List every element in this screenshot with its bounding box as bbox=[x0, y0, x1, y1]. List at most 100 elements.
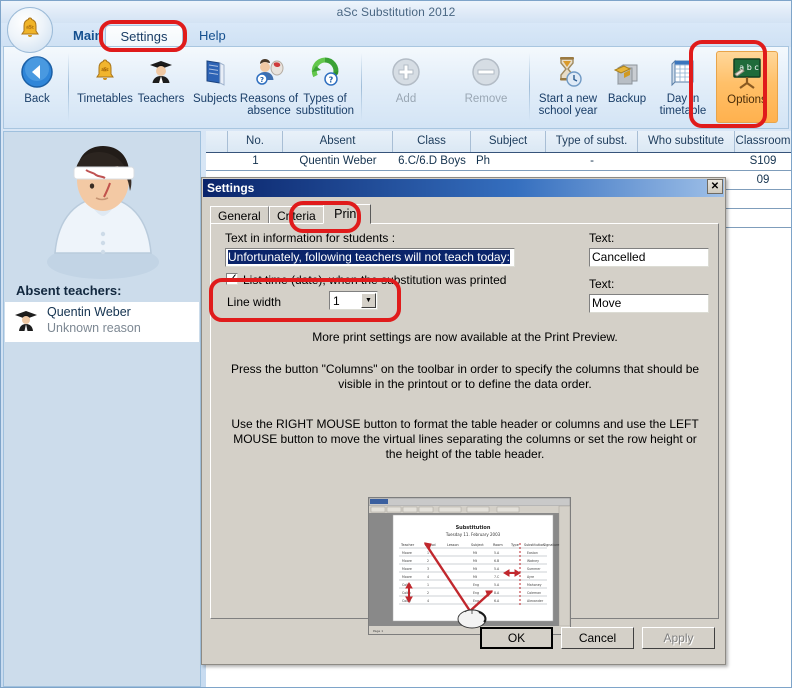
ok-button[interactable]: OK bbox=[480, 627, 553, 649]
cell-who bbox=[638, 152, 735, 171]
minus-icon bbox=[450, 53, 522, 91]
table-header-class[interactable]: Class bbox=[393, 131, 471, 152]
ribbon-separator bbox=[361, 53, 362, 121]
list-item[interactable]: Quentin Weber Unknown reason bbox=[5, 302, 199, 342]
injured-teacher-avatar bbox=[28, 140, 178, 280]
svg-text:Mahoney: Mahoney bbox=[527, 583, 542, 587]
start-new-school-year-label: Start a new school year bbox=[538, 93, 598, 117]
table-row[interactable]: 1 Quentin Weber 6.C/6.D Boys Ph - S109 bbox=[206, 152, 791, 171]
cell-classroom: S109 bbox=[749, 155, 777, 167]
tab-general[interactable]: General bbox=[210, 206, 269, 224]
dialog-title: Settings bbox=[207, 181, 255, 195]
svg-text:Tuesday 11. February 2003: Tuesday 11. February 2003 bbox=[445, 532, 501, 537]
back-button[interactable]: Back bbox=[10, 51, 64, 123]
table-header-who[interactable]: Who substitute bbox=[638, 131, 735, 152]
ribbon-tab-help[interactable]: Help bbox=[187, 25, 238, 47]
dialog-titlebar: Settings bbox=[203, 179, 724, 197]
list-time-checkbox[interactable]: ✓ bbox=[226, 271, 239, 285]
table-header-type[interactable]: Type of subst. bbox=[546, 131, 638, 152]
svg-text:5.A: 5.A bbox=[494, 551, 500, 555]
svg-text:1: 1 bbox=[427, 551, 429, 555]
day-in-timetable-label: Day in timetable bbox=[659, 93, 707, 117]
absent-teacher-name: Quentin Weber bbox=[47, 305, 131, 319]
svg-text:Watney: Watney bbox=[527, 559, 539, 563]
graduation-cap-icon bbox=[13, 307, 39, 337]
move-text-input[interactable]: Move bbox=[589, 294, 709, 313]
cell-no: 1 bbox=[252, 155, 259, 167]
ribbon-tab-settings[interactable]: Settings bbox=[105, 25, 183, 47]
ribbon-separator bbox=[529, 53, 530, 121]
tab-print[interactable]: Print bbox=[323, 204, 371, 224]
svg-text:5.A: 5.A bbox=[494, 567, 500, 571]
svg-text:Moore: Moore bbox=[402, 551, 412, 555]
right-field-1-label: Text: bbox=[589, 231, 615, 245]
window-title: aSc Substitution 2012 bbox=[336, 5, 456, 19]
back-button-label: Back bbox=[24, 93, 50, 105]
svg-text:Alexander: Alexander bbox=[527, 599, 544, 603]
absent-teachers-list: Quentin Weber Unknown reason bbox=[5, 302, 199, 342]
svg-text:3: 3 bbox=[427, 567, 429, 571]
svg-text:Eng: Eng bbox=[473, 583, 479, 587]
cancel-button[interactable]: Cancel bbox=[561, 627, 634, 649]
cell-absent: Quentin Weber bbox=[299, 155, 377, 167]
add-button-label: Add bbox=[395, 93, 417, 105]
svg-text:?: ? bbox=[329, 76, 334, 85]
absent-teachers-label: Absent teachers: bbox=[16, 283, 122, 298]
backup-button[interactable]: Backup bbox=[601, 51, 653, 123]
chevron-down-icon[interactable]: ▼ bbox=[361, 293, 376, 308]
info-paragraph-1: More print settings are now available at… bbox=[312, 330, 618, 344]
svg-text:2: 2 bbox=[427, 559, 429, 563]
svg-text:Moore: Moore bbox=[402, 559, 412, 563]
table-header-subject[interactable]: Subject bbox=[471, 131, 546, 152]
move-text-value: Move bbox=[592, 296, 622, 310]
apply-button[interactable]: Apply bbox=[642, 627, 715, 649]
cell-class: 6.C/6.D Boys bbox=[398, 155, 466, 167]
left-sidebar: Absent teachers: Quentin Weber Unknown r… bbox=[3, 131, 201, 687]
checkmark-icon: ✓ bbox=[228, 271, 239, 285]
close-icon[interactable]: ✕ bbox=[707, 179, 723, 194]
cancelled-text-input[interactable]: Cancelled bbox=[589, 248, 709, 267]
print-tab-page: Text in information for students : Unfor… bbox=[210, 223, 719, 635]
svg-text:Substitution: Substitution bbox=[524, 543, 544, 547]
start-new-school-year-button[interactable]: Start a new school year bbox=[535, 51, 601, 123]
ribbon-tabstrip: Main Settings Help bbox=[1, 23, 791, 47]
types-of-substitution-button-label: Types of substitution bbox=[295, 93, 355, 117]
ribbon-separator bbox=[68, 53, 69, 121]
window-titlebar: aSc Substitution 2012 bbox=[1, 1, 791, 23]
svg-text:Substitution: Substitution bbox=[456, 525, 491, 531]
table-header-no[interactable]: No. bbox=[228, 131, 283, 152]
table-header-classroom[interactable]: Classroom bbox=[735, 131, 791, 152]
table-header-absent[interactable]: Absent bbox=[283, 131, 393, 152]
tab-criteria[interactable]: Criteria bbox=[269, 206, 324, 224]
svg-text:aSc: aSc bbox=[26, 25, 35, 31]
types-of-substitution-button[interactable]: ? Types of substitution bbox=[292, 51, 358, 123]
remove-button[interactable]: Remove bbox=[450, 51, 522, 123]
backup-icon bbox=[601, 53, 653, 91]
application-window: aSc Substitution 2012 aSc Main Settings … bbox=[0, 0, 792, 688]
day-in-timetable-button[interactable]: Day in timetable bbox=[654, 51, 712, 123]
line-width-select[interactable]: 1 ▼ bbox=[329, 291, 378, 310]
back-arrow-icon bbox=[10, 53, 64, 91]
svg-text:6.A: 6.A bbox=[494, 599, 500, 603]
app-logo-bell-icon[interactable]: aSc bbox=[7, 7, 53, 53]
svg-text:Eng: Eng bbox=[473, 591, 479, 595]
svg-text:Moore: Moore bbox=[402, 575, 412, 579]
table-header-row: No. Absent Class Subject Type of subst. … bbox=[206, 131, 791, 153]
print-preview-illustration: Substitution Tuesday 11. February 2003 T… bbox=[368, 497, 571, 635]
svg-text:Room: Room bbox=[493, 543, 503, 547]
svg-text:5.A: 5.A bbox=[494, 583, 500, 587]
absent-teacher-reason: Unknown reason bbox=[47, 321, 141, 335]
svg-text:4: 4 bbox=[427, 575, 429, 579]
right-field-2-label: Text: bbox=[589, 277, 615, 291]
line-width-label: Line width bbox=[227, 295, 282, 309]
options-button[interactable]: a b c Options bbox=[716, 51, 778, 123]
table-header-blank[interactable] bbox=[206, 131, 228, 152]
students-text-input[interactable]: Unfortunately, following teachers will n… bbox=[225, 248, 515, 267]
add-button[interactable]: Add bbox=[370, 51, 442, 123]
svg-text:Lesson: Lesson bbox=[447, 543, 459, 547]
plus-icon bbox=[370, 53, 442, 91]
svg-text:6.B: 6.B bbox=[494, 559, 499, 563]
blackboard-abc-icon: a b c bbox=[717, 54, 777, 92]
svg-text:2: 2 bbox=[427, 591, 429, 595]
svg-text:Ayre: Ayre bbox=[527, 575, 534, 579]
